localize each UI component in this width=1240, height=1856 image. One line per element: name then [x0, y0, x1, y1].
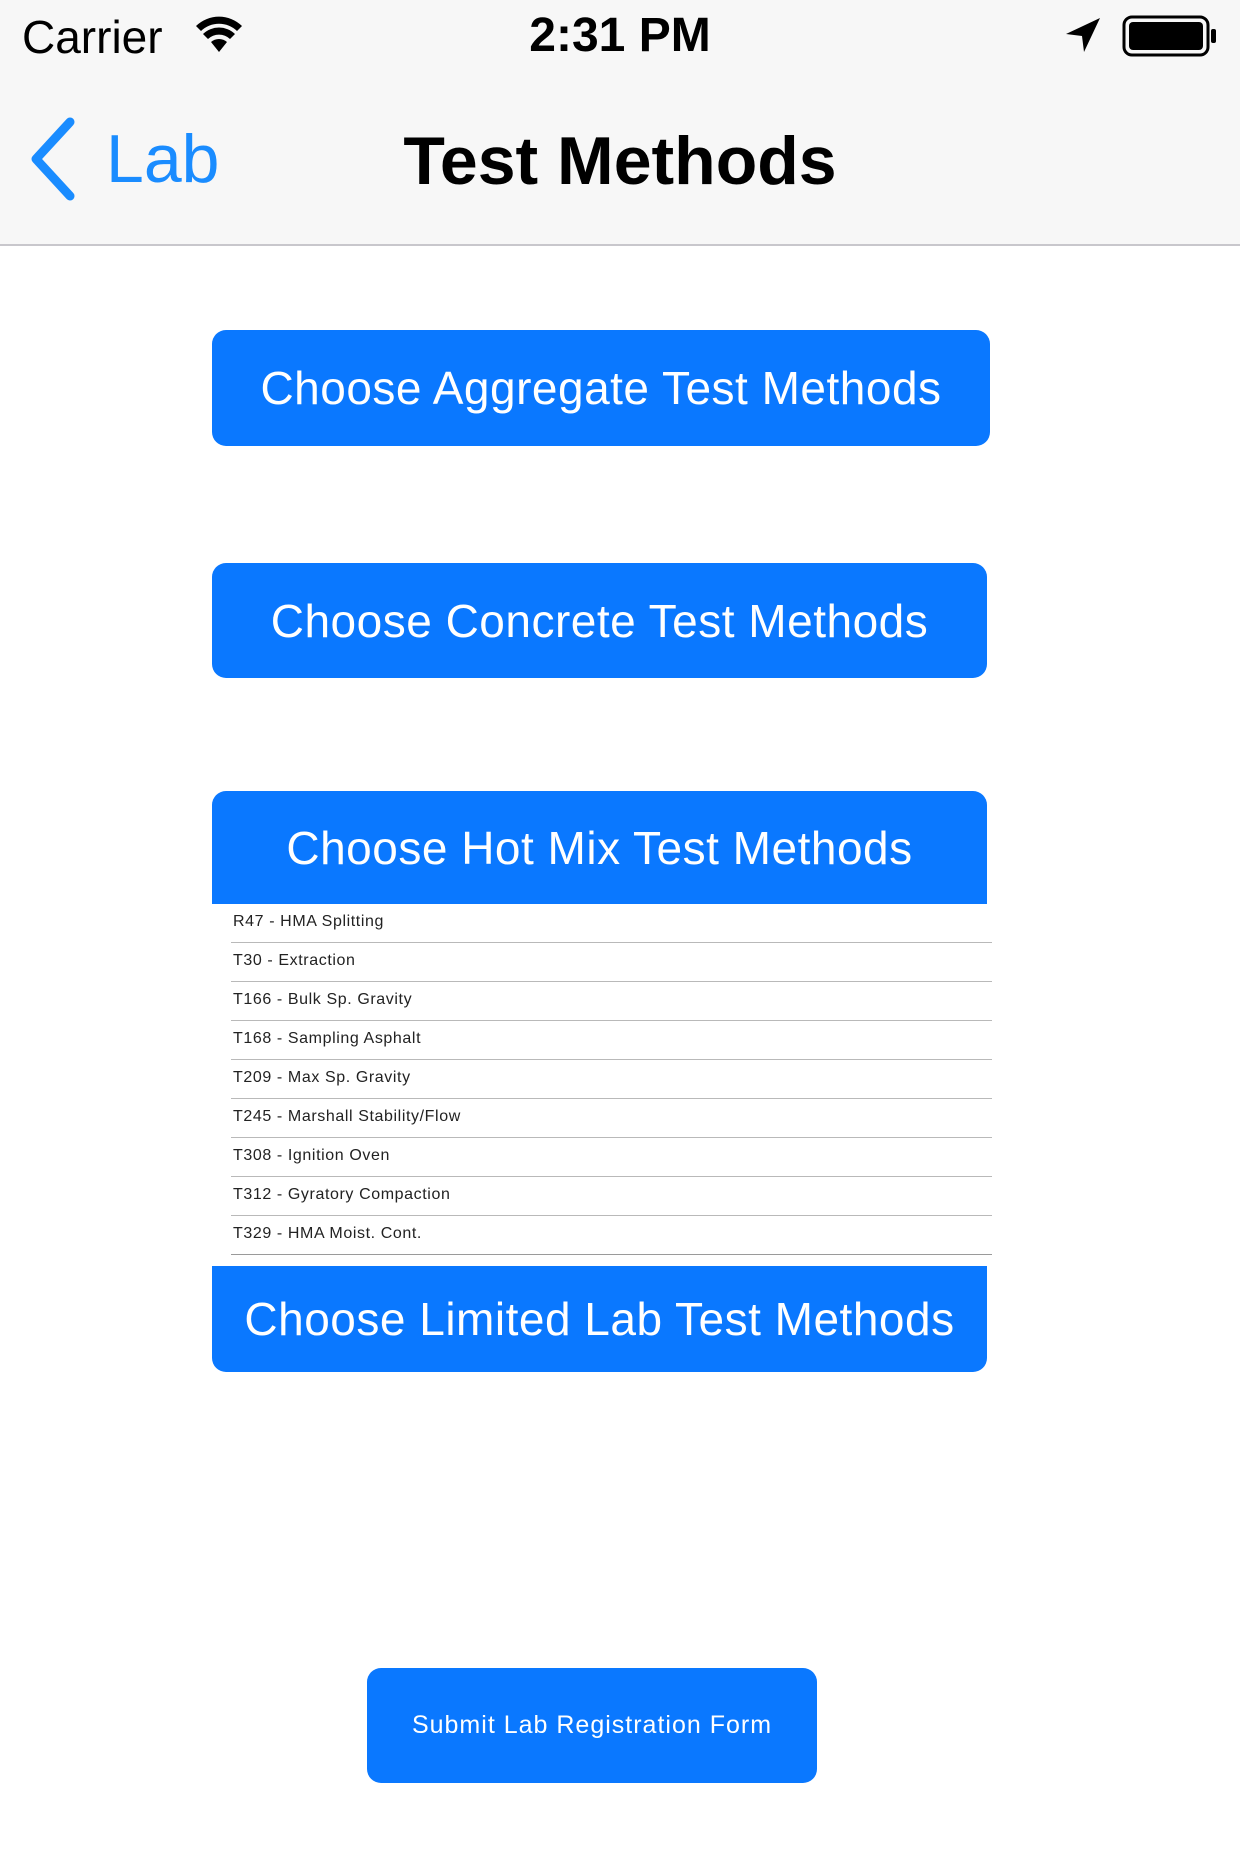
page-title: Test Methods: [403, 123, 837, 199]
list-item-label: T166 - Bulk Sp. Gravity: [233, 991, 413, 1008]
list-item-label: T329 - HMA Moist. Cont.: [233, 1225, 422, 1242]
list-item[interactable]: T312 - Gyratory Compaction: [231, 1177, 992, 1216]
list-item-label: T312 - Gyratory Compaction: [233, 1186, 451, 1203]
limited-lab-test-methods-button[interactable]: Choose Limited Lab Test Methods: [212, 1266, 987, 1372]
list-item[interactable]: T245 - Marshall Stability/Flow: [231, 1099, 992, 1138]
status-time: 2:31 PM: [529, 9, 711, 62]
list-item-label: T168 - Sampling Asphalt: [233, 1030, 422, 1047]
location-arrow-icon: [1066, 18, 1100, 52]
list-item-label: T245 - Marshall Stability/Flow: [233, 1108, 461, 1125]
hot-mix-test-methods-button[interactable]: Choose Hot Mix Test Methods: [212, 791, 987, 904]
navigation-bar: Lab Test Methods: [0, 72, 1240, 246]
list-item-label: T209 - Max Sp. Gravity: [233, 1069, 411, 1086]
list-item-label: T30 - Extraction: [233, 952, 356, 969]
concrete-test-methods-button[interactable]: Choose Concrete Test Methods: [212, 563, 987, 678]
list-item[interactable]: T166 - Bulk Sp. Gravity: [231, 982, 992, 1021]
list-item[interactable]: T329 - HMA Moist. Cont.: [231, 1216, 992, 1255]
list-item[interactable]: T308 - Ignition Oven: [231, 1138, 992, 1177]
list-item-label: T308 - Ignition Oven: [233, 1147, 390, 1164]
hot-mix-options-list[interactable]: R47 - HMA Splitting T30 - Extraction T16…: [212, 904, 992, 1266]
status-bar: Carrier 2:31 PM: [0, 0, 1240, 72]
list-item-label: R47 - HMA Splitting: [233, 913, 385, 930]
list-item[interactable]: T168 - Sampling Asphalt: [231, 1021, 992, 1060]
list-item[interactable]: T209 - Max Sp. Gravity: [231, 1060, 992, 1099]
submit-registration-button[interactable]: Submit Lab Registration Form: [367, 1668, 817, 1783]
screen: Carrier 2:31 PM Lab Test Methods Choose …: [0, 0, 1240, 1856]
list-item[interactable]: R47 - HMA Splitting: [231, 904, 992, 943]
aggregate-test-methods-button[interactable]: Choose Aggregate Test Methods: [212, 330, 990, 446]
battery-icon: [1122, 15, 1216, 57]
list-item[interactable]: T30 - Extraction: [231, 943, 992, 982]
